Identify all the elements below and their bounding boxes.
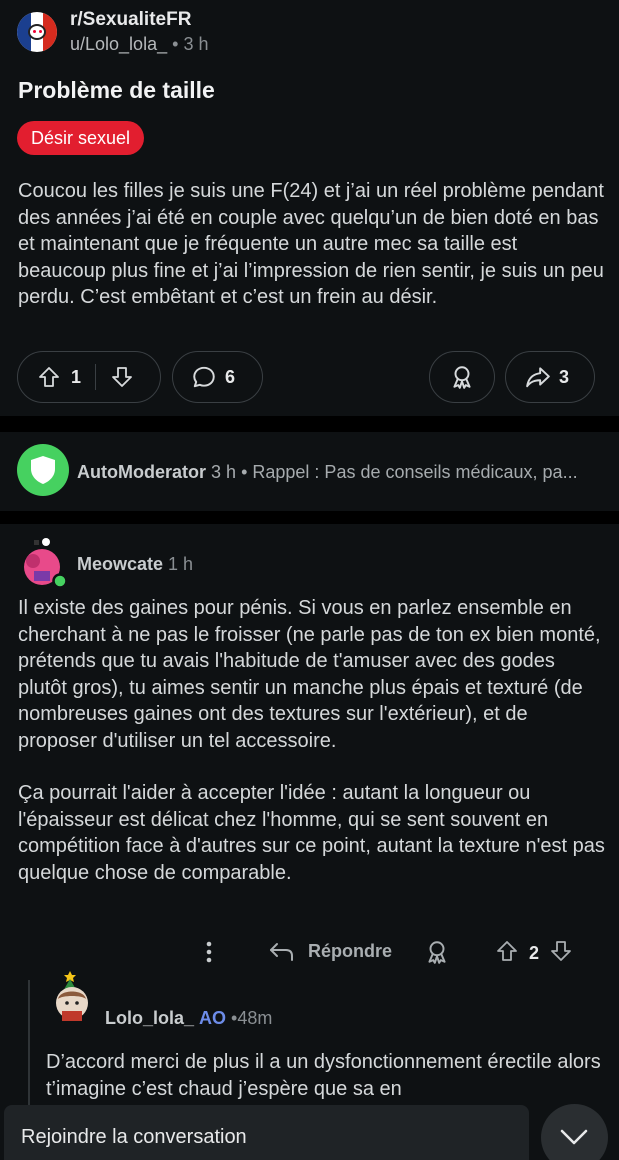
comment-thread: Meowcate 1 h Il existe des gaines pour p…: [0, 524, 619, 1160]
comment-time: 1 h: [168, 554, 194, 574]
comments-button[interactable]: 6: [172, 351, 263, 403]
more-vertical-icon: [206, 941, 212, 963]
join-conversation-input[interactable]: Rejoindre la conversation: [4, 1105, 529, 1160]
award-icon: [453, 366, 471, 389]
comment-author[interactable]: Meowcate: [77, 554, 163, 574]
downvote-button[interactable]: [110, 365, 134, 389]
automod-avatar[interactable]: [17, 444, 69, 496]
automod-line: AutoModerator 3 h • Rappel : Pas de cons…: [77, 462, 607, 483]
downvote-icon: [551, 941, 571, 961]
chevron-down-icon: [560, 1129, 588, 1145]
post-vote-count: 1: [71, 366, 82, 387]
reply-button[interactable]: Répondre: [268, 939, 392, 963]
automod-separator: •: [241, 462, 248, 482]
meta-separator: •: [172, 34, 179, 54]
reply-arrow-icon: [270, 943, 293, 961]
upvote-button[interactable]: [37, 365, 61, 389]
comment-vote-group: 2: [490, 939, 578, 968]
automod-name[interactable]: AutoModerator: [77, 462, 206, 482]
award-icon: [428, 941, 446, 964]
comment-paragraph: Il existe des gaines pour pénis. Si vous…: [18, 597, 601, 752]
meowcate-avatar[interactable]: [20, 537, 68, 589]
downvote-icon: [112, 367, 132, 387]
snoo-icon: [28, 24, 46, 40]
reply-time: 48m: [237, 1008, 273, 1028]
comment-downvote-button[interactable]: [549, 939, 573, 968]
reply-body: D’accord merci de plus il a un dysfoncti…: [46, 1051, 601, 1100]
comment-award-button[interactable]: [424, 939, 450, 965]
post-title: Problème de taille: [18, 77, 215, 103]
lolo-avatar[interactable]: [48, 969, 96, 1021]
subreddit-avatar[interactable]: [17, 12, 57, 52]
comment-vote-count: 2: [529, 943, 540, 963]
award-button[interactable]: [429, 351, 495, 403]
vote-divider: [95, 364, 96, 390]
automod-time: 3 h: [211, 462, 237, 482]
post-flair[interactable]: Désir sexuel: [17, 121, 145, 155]
snoo-avatar-icon: [56, 971, 88, 1021]
share-icon: [526, 367, 550, 388]
comment-actions: Répondre 2: [0, 938, 619, 968]
reply-meta: Lolo_lola_ AO •48m: [105, 1008, 272, 1029]
comment-count: 6: [225, 366, 236, 387]
upvote-icon: [497, 941, 517, 961]
automod-preview: Rappel : Pas de conseils médicaux, pa...: [252, 462, 578, 482]
snoo-avatar-icon: [24, 538, 68, 589]
post-vote-group: 1: [17, 351, 161, 403]
share-count: 3: [559, 366, 570, 387]
comment-bubble-icon: [193, 366, 215, 388]
post-meta: u/Lolo_lola_ • 3 h: [70, 34, 208, 55]
op-badge: AO: [199, 1008, 227, 1028]
comment-body: Il existe des gaines pour pénis. Si vous…: [18, 595, 608, 886]
comment-paragraph: Ça pourrait l'aider à accepter l'idée : …: [18, 782, 605, 884]
post-time: 3 h: [183, 34, 209, 54]
automod-comment[interactable]: AutoModerator 3 h • Rappel : Pas de cons…: [0, 432, 619, 511]
more-options-button[interactable]: [205, 940, 213, 964]
comment-upvote-button[interactable]: [495, 939, 519, 968]
shield-icon: [31, 456, 55, 484]
post-card: r/SexualiteFR u/Lolo_lola_ • 3 h Problèm…: [0, 0, 619, 416]
comment-meta: Meowcate 1 h: [77, 554, 193, 575]
share-button[interactable]: 3: [505, 351, 595, 403]
post-author[interactable]: u/Lolo_lola_: [70, 34, 167, 54]
subreddit-name[interactable]: r/SexualiteFR: [70, 9, 191, 31]
reply-label: Répondre: [308, 940, 393, 961]
upvote-icon: [39, 367, 59, 387]
post-body: Coucou les filles je suis une F(24) et j…: [18, 180, 604, 308]
join-conversation-label: Rejoindre la conversation: [21, 1126, 247, 1148]
reply-author[interactable]: Lolo_lola_: [105, 1008, 194, 1028]
